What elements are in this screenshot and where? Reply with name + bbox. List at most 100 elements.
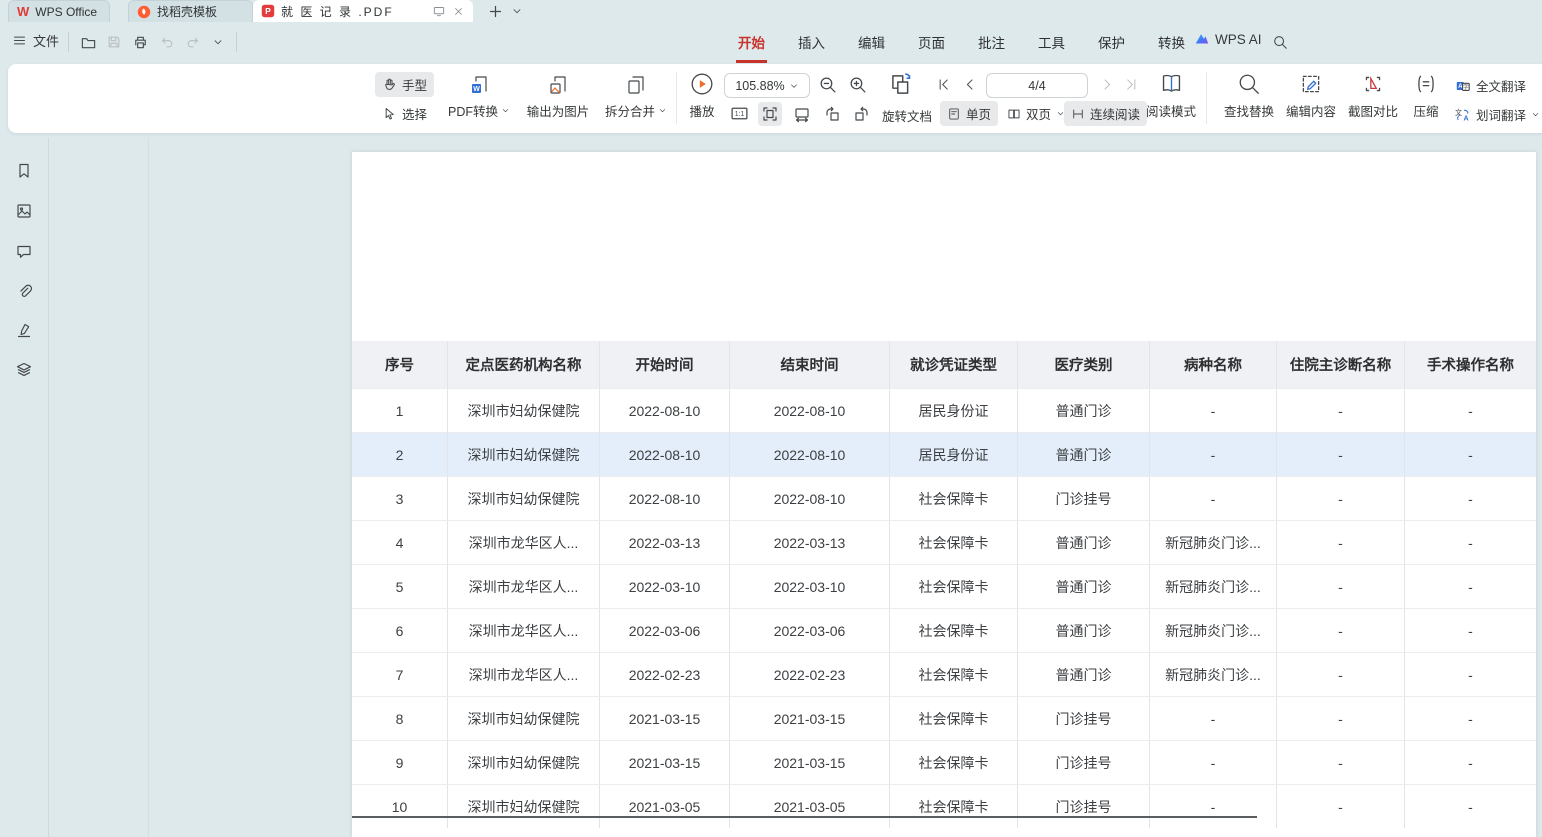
continuous-reading-button[interactable]: 连续阅读: [1064, 101, 1147, 126]
replace-pages-icon[interactable]: [888, 71, 915, 98]
table-cell: -: [1277, 477, 1405, 520]
select-tool-button[interactable]: 选择: [375, 101, 434, 126]
table-bottom-border: [352, 816, 1257, 818]
layers-icon[interactable]: [13, 359, 35, 381]
table-row: 3深圳市妇幼保健院2022-08-102022-08-10社会保障卡门诊挂号--…: [352, 476, 1536, 520]
thumbnail-icon[interactable]: [13, 200, 35, 222]
print-icon[interactable]: [131, 33, 149, 51]
comment-icon[interactable]: [13, 240, 35, 262]
bookmark-icon[interactable]: [13, 160, 35, 182]
continuous-icon: [1071, 107, 1085, 121]
table-cell: 2021-03-15: [600, 697, 730, 740]
table-cell: -: [1277, 389, 1405, 432]
menu-item-annotate[interactable]: 批注: [976, 28, 1007, 56]
tabs-chevron-icon[interactable]: [508, 2, 526, 20]
redo-icon[interactable]: [184, 33, 202, 51]
first-page-icon[interactable]: [936, 77, 951, 92]
table-row: 10深圳市妇幼保健院2021-03-052021-03-05社会保障卡门诊挂号-…: [352, 784, 1536, 828]
prev-page-icon[interactable]: [962, 77, 977, 92]
close-icon[interactable]: [452, 5, 465, 18]
menu-item-tools[interactable]: 工具: [1036, 28, 1067, 56]
pdf-convert-icon: W: [468, 74, 490, 96]
wps-ai-button[interactable]: WPS AI: [1194, 31, 1262, 47]
table-cell: 2021-03-05: [730, 785, 890, 828]
fit-width-icon[interactable]: [790, 102, 814, 126]
edit-content-button[interactable]: 编辑内容: [1280, 72, 1342, 120]
table-cell: 2022-08-10: [600, 389, 730, 432]
zoom-out-icon[interactable]: [818, 75, 837, 94]
table-cell: 新冠肺炎门诊...: [1150, 565, 1277, 608]
wps-logo-icon: W: [17, 4, 29, 19]
new-tab-plus-icon[interactable]: [486, 2, 504, 20]
menu-item-page[interactable]: 页面: [916, 28, 947, 56]
last-page-icon[interactable]: [1124, 77, 1139, 92]
rotate-left-icon[interactable]: [820, 102, 844, 126]
table-cell: 2022-08-10: [730, 389, 890, 432]
table-cell: 2022-02-23: [730, 653, 890, 696]
table-cell: 普通门诊: [1018, 433, 1150, 476]
monitor-icon[interactable]: [432, 4, 446, 18]
open-folder-icon[interactable]: [79, 33, 97, 51]
tab-document-active[interactable]: P 就 医 记 录 .PDF: [253, 0, 473, 22]
menu-item-home[interactable]: 开始: [736, 28, 767, 56]
svg-text:P: P: [265, 6, 271, 16]
table-cell: 9: [352, 741, 448, 784]
table-row: 5深圳市龙华区人...2022-03-102022-03-10社会保障卡普通门诊…: [352, 564, 1536, 608]
actual-size-icon[interactable]: 1:1: [730, 104, 749, 123]
file-menu-button[interactable]: 文件: [12, 31, 59, 50]
ribbon-toolbar: 手型 选择 W PDF转换 输出为: [8, 64, 1542, 133]
tab-wps-home[interactable]: W WPS Office: [8, 0, 110, 22]
split-merge-icon: [625, 74, 647, 96]
tab-docer-template[interactable]: 找稻壳模板: [128, 0, 253, 22]
full-translate-label: 全文翻译: [1476, 76, 1526, 95]
find-replace-button[interactable]: 查找替换: [1218, 72, 1280, 120]
table-cell: 社会保障卡: [890, 565, 1018, 608]
export-image-button[interactable]: 输出为图片: [520, 74, 596, 120]
select-cursor-icon: [382, 106, 397, 121]
docer-icon: [137, 5, 151, 19]
single-page-button[interactable]: 单页: [940, 101, 998, 126]
column-header: 手术操作名称: [1405, 341, 1536, 388]
compress-button[interactable]: 压缩: [1404, 72, 1448, 120]
table-row: 6深圳市龙华区人...2022-03-062022-03-06社会保障卡普通门诊…: [352, 608, 1536, 652]
word-translate-label: 划词翻译: [1476, 105, 1526, 124]
menu-item-convert[interactable]: 转换: [1156, 28, 1187, 56]
next-page-icon[interactable]: [1100, 77, 1115, 92]
search-icon[interactable]: [1271, 33, 1289, 51]
attachment-icon[interactable]: [13, 280, 35, 302]
rotate-right-icon[interactable]: [850, 102, 874, 126]
table-cell: 2021-03-05: [600, 785, 730, 828]
tab-label: WPS Office: [35, 5, 97, 19]
history-chevron-icon[interactable]: [209, 33, 227, 51]
rotate-doc-label[interactable]: 旋转文档: [882, 106, 932, 125]
zoom-in-icon[interactable]: [848, 75, 867, 94]
page-number-input[interactable]: 4/4: [986, 73, 1088, 98]
word-translate-button[interactable]: 文 A 划词翻译: [1448, 102, 1542, 127]
split-merge-button[interactable]: 拆分合并: [600, 74, 672, 120]
table-cell: 2022-03-10: [600, 565, 730, 608]
hand-tool-button[interactable]: 手型: [375, 72, 434, 97]
undo-icon[interactable]: [158, 33, 176, 51]
select-tool-label: 选择: [402, 104, 427, 123]
table-cell: -: [1277, 741, 1405, 784]
double-page-button[interactable]: 双页: [1000, 101, 1072, 126]
table-cell: 2022-03-06: [600, 609, 730, 652]
pdf-convert-button[interactable]: W PDF转换: [444, 74, 514, 120]
menu-item-protect[interactable]: 保护: [1096, 28, 1127, 56]
play-button[interactable]: 播放: [682, 72, 722, 120]
annotate-pen-icon[interactable]: [13, 319, 35, 341]
left-panel-sidebar: [0, 138, 49, 837]
tab-bar: W WPS Office 找稻壳模板 P 就 医 记 录 .PDF: [0, 0, 1542, 22]
save-icon[interactable]: [105, 33, 123, 51]
screenshot-compare-button[interactable]: 截图对比: [1342, 72, 1404, 120]
menu-item-edit[interactable]: 编辑: [856, 28, 887, 56]
wps-office-window: W WPS Office 找稻壳模板 P 就 医 记 录 .PDF: [0, 0, 1542, 837]
read-mode-button[interactable]: 阅读模式: [1140, 71, 1202, 120]
full-translate-button[interactable]: A 字 全文翻译: [1448, 73, 1533, 98]
zoom-level-select[interactable]: 105.88%: [724, 73, 810, 98]
table-cell: 2022-08-10: [600, 433, 730, 476]
fit-page-icon[interactable]: [758, 102, 782, 126]
zoom-level-value: 105.88%: [735, 79, 784, 93]
menu-item-insert[interactable]: 插入: [796, 28, 827, 56]
continuous-reading-label: 连续阅读: [1090, 104, 1140, 123]
